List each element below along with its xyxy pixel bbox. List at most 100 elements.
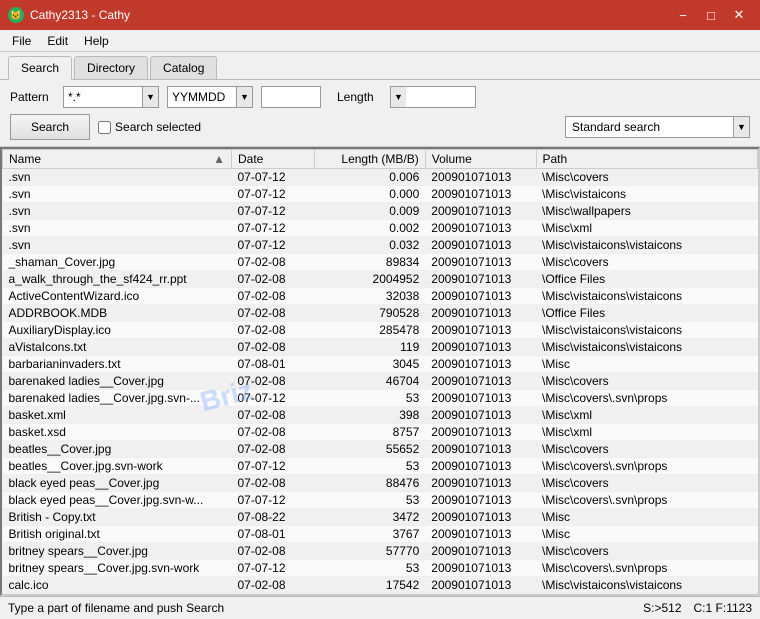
cell-length: 0.002 (315, 220, 426, 237)
tab-search[interactable]: Search (8, 56, 72, 80)
table-row[interactable]: ADDRBOOK.MDB 07-02-08 790528 20090107101… (3, 305, 758, 322)
col-length[interactable]: Length (MB/B) (315, 150, 426, 169)
table-row[interactable]: britney spears__Cover.jpg.svn-work 07-07… (3, 560, 758, 577)
cell-date: 07-02-08 (231, 339, 314, 356)
cell-path: \Misc\xml (536, 220, 758, 237)
menu-edit[interactable]: Edit (39, 32, 76, 50)
table-row[interactable]: .svn 07-07-12 0.032 200901071013 \Misc\v… (3, 237, 758, 254)
table-row[interactable]: .svn 07-07-12 0.006 200901071013 \Misc\c… (3, 169, 758, 186)
menu-help[interactable]: Help (76, 32, 117, 50)
cell-path: \Misc\covers\.svn\props (536, 458, 758, 475)
table-row[interactable]: British - Copy.txt 07-08-22 3472 2009010… (3, 509, 758, 526)
table-row[interactable]: beatles__Cover.jpg 07-02-08 55652 200901… (3, 441, 758, 458)
cell-length: 8757 (315, 424, 426, 441)
cell-path: \Misc\covers\.svn\props (536, 390, 758, 407)
cell-length: 398 (315, 407, 426, 424)
date-dropdown-btn[interactable]: ▼ (237, 86, 253, 108)
length-combo: ▼ (390, 86, 476, 108)
table-row[interactable]: ActiveContentWizard.ico 07-02-08 32038 2… (3, 288, 758, 305)
cell-path: \Misc\covers (536, 441, 758, 458)
col-date[interactable]: Date (231, 150, 314, 169)
cell-volume: 200901071013 (425, 441, 536, 458)
minimize-button[interactable]: − (670, 5, 696, 25)
table-row[interactable]: basket.xml 07-02-08 398 200901071013 \Mi… (3, 407, 758, 424)
table-row[interactable]: British original.txt 07-08-01 3767 20090… (3, 526, 758, 543)
table-row[interactable]: britney spears__Cover.jpg 07-02-08 57770… (3, 543, 758, 560)
table-row[interactable]: aVistaIcons.txt 07-02-08 119 20090107101… (3, 339, 758, 356)
cell-volume: 200901071013 (425, 169, 536, 186)
date-input[interactable] (167, 86, 237, 108)
cell-name: beatles__Cover.jpg.svn-work (3, 458, 232, 475)
date-combo: ▼ (167, 86, 253, 108)
table-row[interactable]: black eyed peas__Cover.jpg 07-02-08 8847… (3, 475, 758, 492)
cell-path: \Misc\covers (536, 543, 758, 560)
table-row[interactable]: a_walk_through_the_sf424_rr.ppt 07-02-08… (3, 271, 758, 288)
table-row[interactable]: .svn 07-07-12 0.009 200901071013 \Misc\w… (3, 203, 758, 220)
search-selected-checkbox[interactable] (98, 121, 111, 134)
col-name[interactable]: Name ▲ (3, 150, 232, 169)
cell-volume: 200901071013 (425, 288, 536, 305)
cell-volume: 200901071013 (425, 220, 536, 237)
search-button[interactable]: Search (10, 114, 90, 140)
pattern-dropdown-btn[interactable]: ▼ (143, 86, 159, 108)
cell-length: 3045 (315, 356, 426, 373)
pattern-label: Pattern (10, 90, 55, 104)
cell-volume: 200901071013 (425, 373, 536, 390)
table-row[interactable]: _shaman_Cover.jpg 07-02-08 89834 2009010… (3, 254, 758, 271)
cell-length: 0.000 (315, 186, 426, 203)
cell-name: AuxiliaryDisplay.ico (3, 322, 232, 339)
cell-path: \Misc (536, 526, 758, 543)
cell-date: 07-02-08 (231, 441, 314, 458)
standard-search-input[interactable] (565, 116, 734, 138)
close-button[interactable]: ✕ (726, 5, 752, 25)
cell-volume: 200901071013 (425, 526, 536, 543)
table-row[interactable]: .svn 07-07-12 0.000 200901071013 \Misc\v… (3, 186, 758, 203)
status-message: Type a part of filename and push Search (8, 601, 224, 615)
maximize-button[interactable]: □ (698, 5, 724, 25)
date-end-input[interactable] (261, 86, 321, 108)
cell-volume: 200901071013 (425, 237, 536, 254)
table-row[interactable]: AuxiliaryDisplay.ico 07-02-08 285478 200… (3, 322, 758, 339)
pattern-input[interactable] (63, 86, 143, 108)
table-row[interactable]: beatles__Cover.jpg.svn-work 07-07-12 53 … (3, 458, 758, 475)
table-row[interactable]: calc.ico 07-02-08 17542 200901071013 \Mi… (3, 577, 758, 594)
table-row[interactable]: black eyed peas__Cover.jpg.svn-w... 07-0… (3, 492, 758, 509)
standard-search-dropdown-btn[interactable]: ▼ (734, 116, 750, 138)
cell-name: calc.ico (3, 577, 232, 594)
cell-date: 07-02-08 (231, 373, 314, 390)
cell-length: 285478 (315, 322, 426, 339)
cell-path: \Misc\xml (536, 407, 758, 424)
cell-path: \Misc\vistaicons (536, 186, 758, 203)
table-row[interactable]: barenaked ladies__Cover.jpg.svn-... 07-0… (3, 390, 758, 407)
search-selected-label: Search selected (115, 120, 201, 134)
cell-date: 07-02-08 (231, 475, 314, 492)
cell-path: \Misc\vistaicons\vistaicons (536, 237, 758, 254)
tab-catalog[interactable]: Catalog (150, 56, 217, 79)
cell-date: 07-02-08 (231, 254, 314, 271)
length-dropdown-btn[interactable]: ▼ (390, 86, 406, 108)
tab-directory[interactable]: Directory (74, 56, 148, 79)
cell-volume: 200901071013 (425, 424, 536, 441)
cell-date: 07-02-08 (231, 305, 314, 322)
pattern-combo: ▼ (63, 86, 159, 108)
cell-length: 53 (315, 390, 426, 407)
cell-volume: 200901071013 (425, 254, 536, 271)
table-row[interactable]: barenaked ladies__Cover.jpg 07-02-08 467… (3, 373, 758, 390)
cell-date: 07-07-12 (231, 560, 314, 577)
col-path[interactable]: Path (536, 150, 758, 169)
length-input[interactable] (406, 86, 476, 108)
cell-name: basket.xml (3, 407, 232, 424)
cell-date: 07-07-12 (231, 186, 314, 203)
table-row[interactable]: basket.xsd 07-02-08 8757 200901071013 \M… (3, 424, 758, 441)
col-volume[interactable]: Volume (425, 150, 536, 169)
cell-name: .svn (3, 237, 232, 254)
menu-file[interactable]: File (4, 32, 39, 50)
cell-length: 57770 (315, 543, 426, 560)
cell-path: \Misc\vistaicons\vistaicons (536, 339, 758, 356)
table-row[interactable]: .svn 07-07-12 0.002 200901071013 \Misc\x… (3, 220, 758, 237)
cell-name: britney spears__Cover.jpg (3, 543, 232, 560)
cell-length: 17542 (315, 577, 426, 594)
cell-name: British - Copy.txt (3, 509, 232, 526)
cell-date: 07-02-08 (231, 288, 314, 305)
table-row[interactable]: barbarianinvaders.txt 07-08-01 3045 2009… (3, 356, 758, 373)
